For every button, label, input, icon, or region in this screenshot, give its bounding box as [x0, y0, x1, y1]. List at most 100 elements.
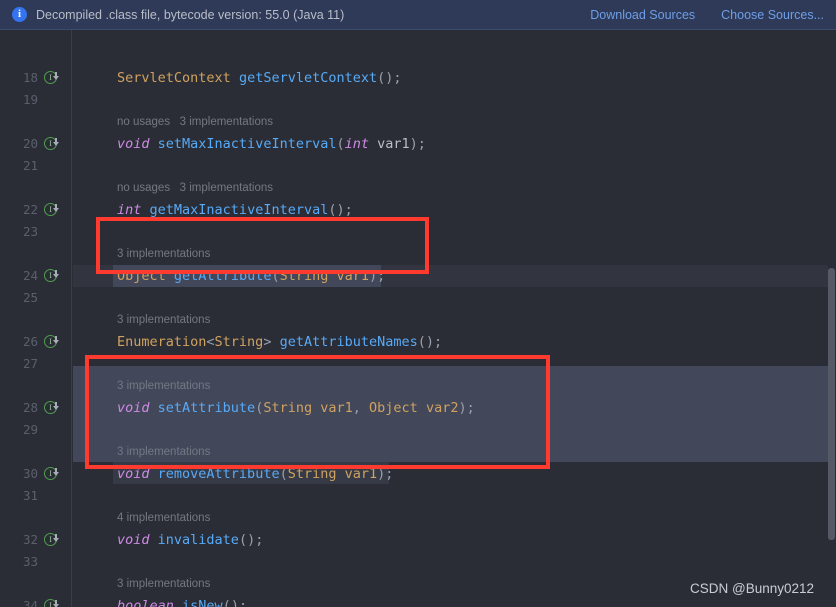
line-number: 31 [22, 488, 38, 503]
code-token: var1 [344, 466, 378, 482]
line-number: 26 [22, 334, 38, 349]
code-token: < [206, 334, 215, 350]
implementation-arrow-icon [53, 76, 59, 80]
line-number: 22 [22, 202, 38, 217]
code-token: (); [222, 598, 248, 607]
line-number: 32 [22, 532, 38, 547]
code-token: setMaxInactiveInterval [157, 136, 337, 152]
code-token: int [117, 202, 142, 218]
code-token: getServletContext [238, 70, 378, 86]
code-line[interactable]: boolean isNew(); [117, 595, 247, 607]
implemented-method-icon[interactable]: I [44, 529, 62, 551]
implemented-method-icon[interactable]: I [44, 397, 62, 419]
code-token: (); [377, 70, 402, 86]
code-line[interactable]: ServletContext getServletContext(); [117, 67, 402, 89]
code-line[interactable]: void removeAttribute(String var1); [117, 463, 393, 485]
code-editor[interactable]: 18 I 19 20 I 21 22 I 23 24 I 25 26 I 27 28 I 29 30 I 31 32 I 33… [0, 30, 836, 607]
code-token: var1 [320, 400, 353, 416]
code-token: void [117, 400, 150, 416]
implemented-method-icon[interactable]: I [44, 199, 62, 221]
code-token: , [352, 400, 370, 416]
code-token: String [279, 268, 329, 284]
vertical-scrollbar-track[interactable] [828, 30, 836, 607]
code-token: ); [377, 466, 394, 482]
code-token: setAttribute [157, 400, 256, 416]
implemented-method-icon[interactable]: I [44, 331, 62, 353]
line-number: 34 [22, 598, 38, 607]
line-number: 20 [22, 136, 38, 151]
code-token: (); [238, 532, 264, 548]
inlay-usage-hint[interactable]: 3 implementations [117, 573, 210, 595]
implemented-method-icon[interactable]: I [44, 133, 62, 155]
implemented-method-icon[interactable]: I [44, 463, 62, 485]
code-token: Object [369, 400, 418, 416]
code-token: isNew [182, 598, 223, 607]
implementation-arrow-icon [53, 406, 59, 410]
banner-message: Decompiled .class file, bytecode version… [36, 7, 345, 22]
line-number: 30 [22, 466, 38, 481]
code-token: ServletContext [117, 70, 231, 86]
line-number: 29 [22, 422, 38, 437]
inlay-usage-hint[interactable]: no usages 3 implementations [117, 111, 273, 133]
line-number: 24 [22, 268, 38, 283]
code-line[interactable]: Object getAttribute(String var1); [117, 265, 385, 287]
code-token: ( [271, 268, 280, 284]
inlay-usage-hint[interactable]: 4 implementations [117, 507, 210, 529]
code-token: (); [328, 202, 353, 218]
code-line[interactable]: void setMaxInactiveInterval(int var1); [117, 133, 426, 155]
code-token: var1 [336, 268, 370, 284]
line-number: 28 [22, 400, 38, 415]
implemented-method-icon[interactable]: I [44, 595, 62, 607]
info-icon: i [12, 7, 27, 22]
watermark-text: CSDN @Bunny0212 [690, 581, 815, 596]
code-token: String [263, 400, 313, 416]
code-token: ( [279, 466, 288, 482]
inlay-usage-hint[interactable]: 3 implementations [117, 243, 210, 265]
inlay-usage-hint[interactable]: 3 implementations [117, 375, 210, 397]
download-sources-link[interactable]: Download Sources [590, 8, 695, 22]
implementation-arrow-icon [53, 274, 59, 278]
code-token: void [117, 466, 150, 482]
choose-sources-link[interactable]: Choose Sources... [721, 8, 824, 22]
decompiled-class-viewer: i Decompiled .class file, bytecode versi… [0, 0, 836, 607]
editor-gutter[interactable]: 18 I 19 20 I 21 22 I 23 24 I 25 26 I 27 28 I 29 30 I 31 32 I 33… [0, 30, 72, 607]
code-token: void [117, 136, 150, 152]
line-number: 27 [22, 356, 38, 371]
code-token: getAttribute [173, 268, 272, 284]
code-token: invalidate [157, 532, 239, 548]
code-line[interactable]: Enumeration<String> getAttributeNames(); [117, 331, 442, 353]
code-token: ); [409, 136, 426, 152]
code-token: String [214, 334, 264, 350]
code-token: var1 [377, 136, 410, 152]
implemented-method-icon[interactable]: I [44, 265, 62, 287]
line-number: 18 [22, 70, 38, 85]
inlay-usage-hint[interactable]: 3 implementations [117, 441, 210, 463]
decompiled-file-banner: i Decompiled .class file, bytecode versi… [0, 0, 836, 30]
code-token: boolean [117, 598, 174, 607]
implementation-arrow-icon [53, 472, 59, 476]
code-token: var2 [425, 400, 459, 416]
code-content-area[interactable]: ServletContext getServletContext(); no us… [73, 30, 828, 607]
code-token: ( [336, 136, 345, 152]
code-token: (); [417, 334, 443, 350]
line-number: 25 [22, 290, 38, 305]
code-line[interactable]: int getMaxInactiveInterval(); [117, 199, 353, 221]
code-token: ); [369, 268, 386, 284]
code-token: int [344, 136, 369, 152]
inlay-usage-hint[interactable]: no usages 3 implementations [117, 177, 273, 199]
code-line[interactable]: void invalidate(); [117, 529, 263, 551]
inlay-usage-hint[interactable]: 3 implementations [117, 309, 210, 331]
line-number: 33 [22, 554, 38, 569]
vertical-scrollbar-thumb[interactable] [828, 268, 835, 540]
implemented-method-icon[interactable]: I [44, 67, 62, 89]
code-line[interactable]: void setAttribute(String var1, Object va… [117, 397, 475, 419]
